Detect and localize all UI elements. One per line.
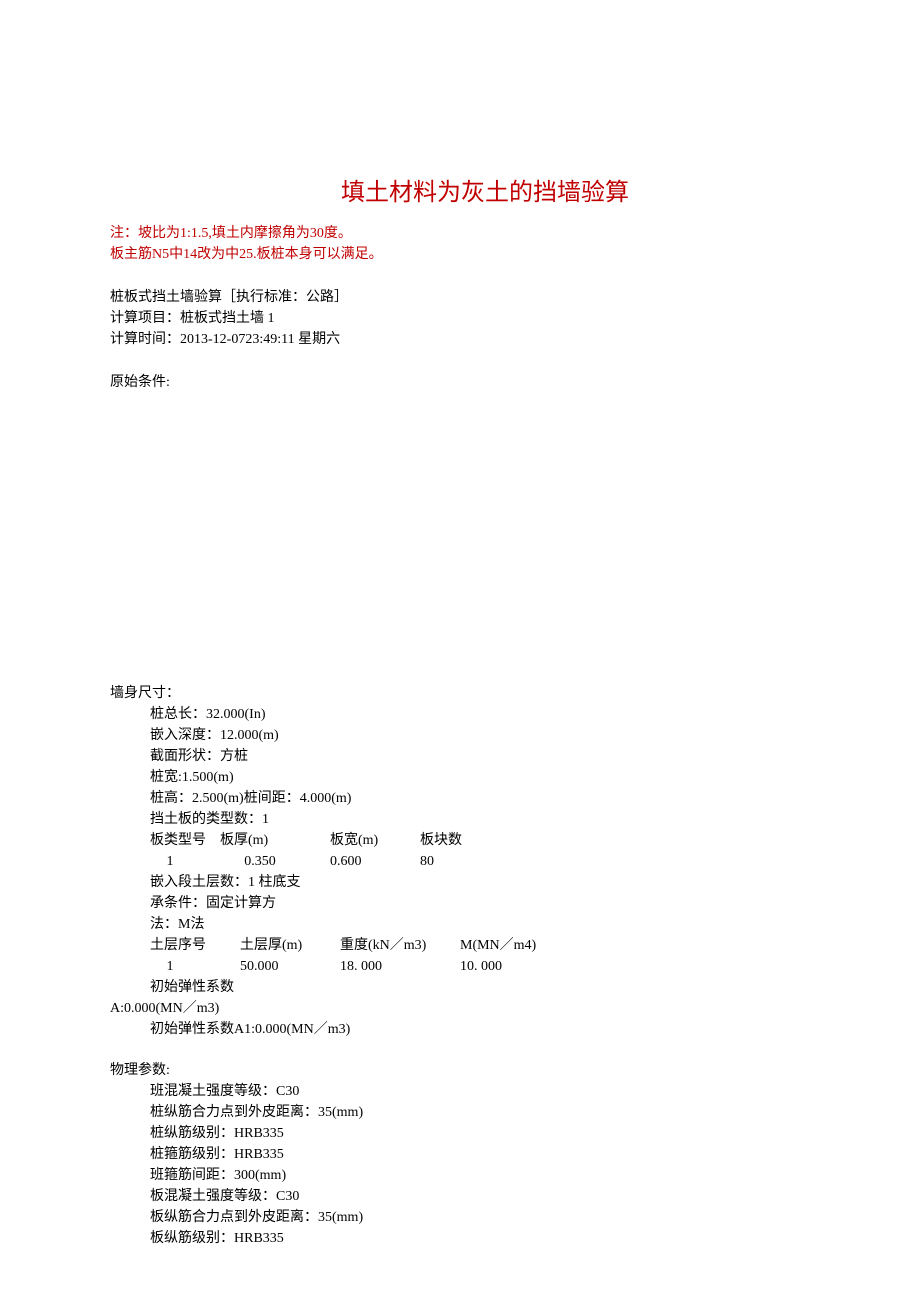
soil-row-weight: 18. 000 <box>340 956 460 977</box>
pile-stirrup-grade: 桩箍筋级别：HRB335 <box>150 1144 860 1165</box>
board-row-type: 1 <box>150 851 190 872</box>
board-row-count: 80 <box>420 851 434 872</box>
embed-layers: 嵌入段土层数：1 柱底支 <box>150 872 860 893</box>
board-table-row: 1 0.350 0.600 80 <box>150 851 860 872</box>
stirrup-spacing: 班箍筋间距：300(mm) <box>150 1165 860 1186</box>
initial-elastic-1-value: A:0.000(MN／m3) <box>110 998 860 1019</box>
soil-header-thickness: 土层厚(m) <box>240 935 340 956</box>
soil-table-row: 1 50.000 18. 000 10. 000 <box>150 956 860 977</box>
wall-dimensions-heading: 墙身尺寸： <box>110 683 860 704</box>
board-header-type: 板类型号 <box>150 830 220 851</box>
pile-rebar-grade: 桩纵筋级别：HRB335 <box>150 1123 860 1144</box>
board-table-header: 板类型号 板厚(m) 板宽(m) 板块数 <box>150 830 860 851</box>
soil-header-seq: 土层序号 <box>150 935 240 956</box>
board-rebar-distance: 板纵筋合力点到外皮距离：35(mm) <box>150 1207 860 1228</box>
original-conditions-heading: 原始条件: <box>110 372 860 393</box>
soil-table-header: 土层序号 土层厚(m) 重度(kN／m3) M(MN／m4) <box>150 935 860 956</box>
note-line-2: 板主筋N5中14改为中25.板桩本身可以满足。 <box>110 244 860 265</box>
initial-elastic-1-label: 初始弹性系数 <box>150 977 860 998</box>
pile-width: 桩宽:1.500(m) <box>150 767 860 788</box>
soil-row-m: 10. 000 <box>460 956 502 977</box>
board-concrete-grade: 板混凝土强度等级：C30 <box>150 1186 860 1207</box>
concrete-grade: 班混凝土强度等级：C30 <box>150 1081 860 1102</box>
board-types: 挡土板的类型数：1 <box>150 809 860 830</box>
section-shape: 截面形状：方桩 <box>150 746 860 767</box>
soil-row-seq: 1 <box>150 956 190 977</box>
pile-rebar-distance: 桩纵筋合力点到外皮距离：35(mm) <box>150 1102 860 1123</box>
board-header-thickness: 板厚(m) <box>220 830 330 851</box>
embed-depth: 嵌入深度：12.000(m) <box>150 725 860 746</box>
support-condition: 承条件：固定计算方 <box>150 893 860 914</box>
document-title: 填土材料为灰土的挡墙验算 <box>110 175 860 211</box>
meta-time: 计算时间：2013-12-0723:49:11 星期六 <box>110 329 860 350</box>
calc-method: 法：M法 <box>150 914 860 935</box>
board-row-width: 0.600 <box>330 851 420 872</box>
board-header-count: 板块数 <box>420 830 462 851</box>
board-header-width: 板宽(m) <box>330 830 420 851</box>
board-row-thickness: 0.350 <box>190 851 330 872</box>
pile-height-spacing: 桩高：2.500(m)桩间距：4.000(m) <box>150 788 860 809</box>
note-line-1: 注：坡比为1:1.5,填土内摩擦角为30度。 <box>110 223 860 244</box>
meta-standard: 桩板式挡土墙验算［执行标准：公路］ <box>110 287 860 308</box>
board-rebar-grade: 板纵筋级别：HRB335 <box>150 1228 860 1249</box>
initial-elastic-2: 初始弹性系数A1:0.000(MN／m3) <box>150 1019 860 1040</box>
pile-total-length: 桩总长：32.000(In) <box>150 704 860 725</box>
physical-params-heading: 物理参数: <box>110 1060 860 1081</box>
meta-project: 计算项目：桩板式挡土墙 1 <box>110 308 860 329</box>
soil-header-weight: 重度(kN／m3) <box>340 935 460 956</box>
soil-row-thickness: 50.000 <box>240 956 340 977</box>
soil-header-m: M(MN／m4) <box>460 935 536 956</box>
